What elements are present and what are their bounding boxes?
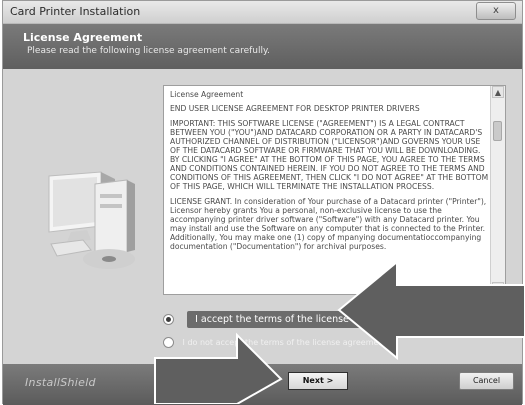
license-label: License Agreement <box>170 90 244 99</box>
cancel-button[interactable]: Cancel <box>459 372 514 390</box>
page-header: License Agreement Please read the follow… <box>3 24 522 69</box>
title-bar: Card Printer Installation x <box>3 1 522 24</box>
scroll-up-icon[interactable]: ▲ <box>492 86 504 98</box>
installer-window: Card Printer Installation x License Agre… <box>2 0 523 405</box>
content-area: License Agreement END USER LICENSE AGREE… <box>3 69 522 364</box>
window-title: Card Printer Installation <box>10 5 141 18</box>
accept-option[interactable]: I accept the terms of the license agreem… <box>163 309 412 328</box>
decline-radio[interactable] <box>163 337 174 348</box>
license-scrollbar[interactable]: ▲ ▼ <box>490 86 505 294</box>
page-title: License Agreement <box>23 31 143 44</box>
license-important-paragraph: IMPORTANT: THIS SOFTWARE LICENSE ("AGREE… <box>170 119 489 191</box>
license-heading: END USER LICENSE AGREEMENT FOR DESKTOP P… <box>170 104 420 113</box>
next-button[interactable]: Next > <box>288 372 348 390</box>
accept-label[interactable]: I accept the terms of the license agreem… <box>187 311 412 328</box>
footer-bar: InstallShield Next > Cancel <box>3 364 522 405</box>
license-text-box[interactable]: License Agreement END USER LICENSE AGREE… <box>163 85 506 295</box>
decline-option[interactable]: I do not accept the terms of the license… <box>163 337 387 348</box>
decline-label[interactable]: I do not accept the terms of the license… <box>183 338 387 347</box>
scroll-thumb[interactable] <box>493 121 502 141</box>
license-grant-paragraph: LICENSE GRANT. In consideration of Your … <box>170 197 487 251</box>
accept-radio[interactable] <box>163 314 174 325</box>
license-text: License Agreement END USER LICENSE AGREE… <box>170 90 490 257</box>
installshield-logo: InstallShield <box>25 376 96 389</box>
close-button[interactable]: x <box>476 2 516 20</box>
computer-icon <box>48 171 135 269</box>
scroll-down-icon[interactable]: ▼ <box>492 282 504 294</box>
page-subtitle: Please read the following license agreem… <box>27 46 270 56</box>
